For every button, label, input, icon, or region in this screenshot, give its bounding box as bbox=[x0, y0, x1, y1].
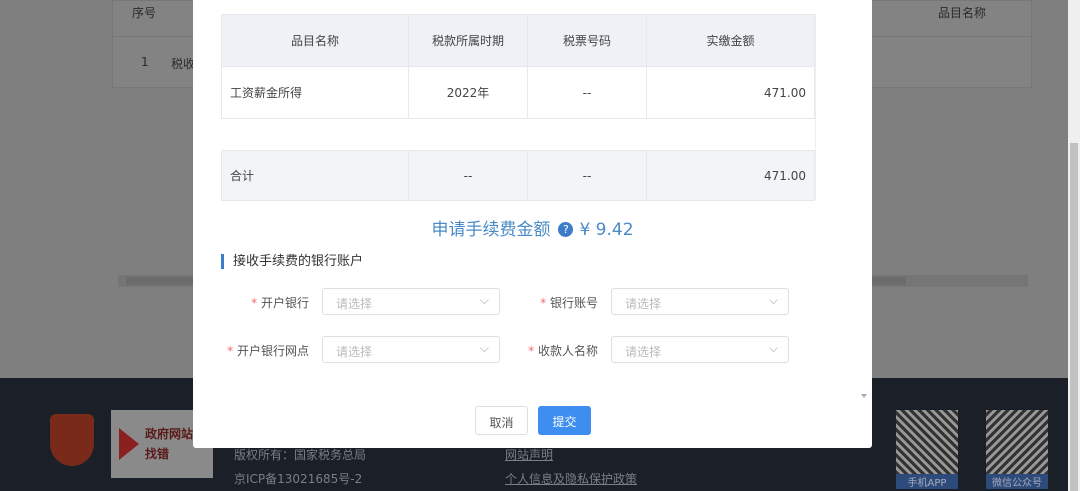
cancel-button[interactable]: 取消 bbox=[475, 406, 528, 435]
page-scrollbar[interactable] bbox=[1068, 0, 1080, 491]
required-mark: * bbox=[528, 344, 535, 358]
account-select[interactable]: 请选择 ⌵ bbox=[611, 288, 789, 315]
bg-header-item: 品目名称 bbox=[938, 6, 987, 20]
header-period: 税款所属时期 bbox=[408, 14, 528, 67]
copyright-text: 版权所有：国家税务总局 bbox=[234, 448, 367, 462]
branch-select[interactable]: 请选择 ⌵ bbox=[322, 336, 500, 363]
fee-amount: ¥ 9.42 bbox=[579, 220, 634, 240]
bank-label: * 开户银行 bbox=[251, 296, 309, 310]
modal-scrollbar-arrow-down[interactable] bbox=[861, 394, 867, 401]
chevron-down-icon: ⌵ bbox=[479, 341, 489, 355]
total-ticket-no: -- bbox=[527, 150, 647, 201]
emblem-icon bbox=[50, 414, 94, 466]
table-row: 工资薪金所得 2022年 -- 471.00 bbox=[221, 66, 815, 119]
bank-select[interactable]: 请选择 ⌵ bbox=[322, 288, 500, 315]
required-mark: * bbox=[540, 296, 547, 310]
table-scrollbar[interactable] bbox=[815, 14, 830, 200]
header-item-name: 品目名称 bbox=[221, 14, 409, 67]
qr-code-wechat bbox=[986, 410, 1048, 474]
total-label: 合计 bbox=[221, 150, 409, 201]
branch-label: * 开户银行网点 bbox=[227, 344, 309, 358]
bg-header-index: 序号 bbox=[132, 6, 157, 20]
header-ticket-no: 税票号码 bbox=[527, 14, 647, 67]
site-statement-link[interactable]: 网站声明 bbox=[505, 446, 553, 463]
required-mark: * bbox=[227, 344, 234, 358]
cell-period: 2022年 bbox=[408, 66, 528, 119]
payee-select[interactable]: 请选择 ⌵ bbox=[611, 336, 789, 363]
payee-label: * 收款人名称 bbox=[528, 344, 598, 358]
fee-amount-row: 申请手续费金额? ¥ 9.42 bbox=[193, 215, 872, 240]
qr-label-wechat: 微信公众号 bbox=[986, 474, 1048, 489]
cell-item-name: 工资薪金所得 bbox=[221, 66, 409, 119]
bg-row-item: 税收 bbox=[171, 57, 196, 71]
total-period: -- bbox=[408, 150, 528, 201]
chevron-down-icon: ⌵ bbox=[768, 341, 778, 355]
total-amount: 471.00 bbox=[646, 150, 815, 201]
cell-ticket-no: -- bbox=[527, 66, 647, 119]
qr-code-app bbox=[896, 410, 958, 474]
fee-application-dialog: 品目名称 税款所属时期 税票号码 实缴金额 工资薪金所得 2022年 -- 47… bbox=[193, 0, 872, 448]
icp-text: 京ICP备13021685号-2 bbox=[234, 472, 363, 486]
privacy-policy-link[interactable]: 个人信息及隐私保护政策 bbox=[505, 470, 637, 487]
bg-row-index: 1 bbox=[141, 55, 149, 69]
required-mark: * bbox=[251, 296, 258, 310]
section-title: 接收手续费的银行账户 bbox=[221, 254, 363, 269]
fee-label: 申请手续费金额 bbox=[431, 220, 551, 240]
help-icon[interactable]: ? bbox=[558, 222, 574, 237]
chevron-down-icon: ⌵ bbox=[479, 293, 489, 307]
qr-label-app: 手机APP bbox=[896, 474, 958, 489]
tax-items-table: 品目名称 税款所属时期 税票号码 实缴金额 工资薪金所得 2022年 -- 47… bbox=[221, 14, 815, 201]
chevron-down-icon: ⌵ bbox=[768, 293, 778, 307]
total-row: 合计 -- -- 471.00 bbox=[221, 150, 815, 201]
account-label: * 银行账号 bbox=[540, 296, 598, 310]
submit-button[interactable]: 提交 bbox=[538, 406, 591, 435]
header-amount: 实缴金额 bbox=[646, 14, 815, 67]
cell-amount: 471.00 bbox=[646, 66, 815, 119]
